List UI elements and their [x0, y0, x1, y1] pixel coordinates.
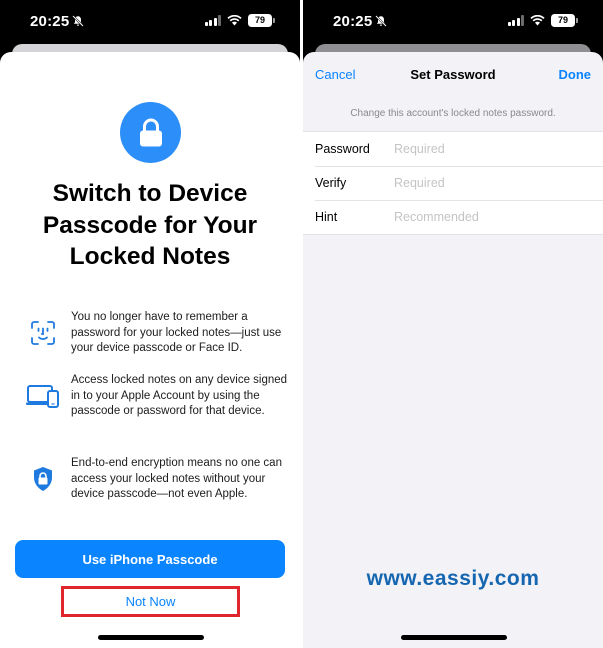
password-row: Password	[303, 132, 603, 166]
hint-row: Hint	[303, 200, 603, 234]
feature-text: You no longer have to remember a passwor…	[71, 311, 282, 354]
right-phone-screen: 20:25 79 Cancel Set Password Done Change	[303, 0, 603, 648]
instruction-text: Change this account's locked notes passw…	[350, 108, 556, 119]
battery-indicator: 79	[248, 14, 275, 27]
status-indicators: 79	[507, 14, 578, 27]
feature-item: End-to-end encryption means no one can a…	[25, 456, 290, 503]
shield-lock-icon	[25, 466, 61, 492]
wifi-icon	[530, 15, 545, 26]
wifi-icon	[227, 15, 242, 26]
status-time: 20:25	[333, 13, 373, 30]
cellular-signal-icon	[507, 15, 524, 26]
home-indicator[interactable]	[98, 635, 204, 640]
cellular-signal-icon	[204, 15, 221, 26]
battery-indicator: 79	[551, 14, 578, 27]
watermark: www.eassiy.com	[366, 567, 540, 590]
cancel-button[interactable]: Cancel	[315, 67, 355, 82]
passcode-sheet: Switch to Device Passcode for Your Locke…	[0, 52, 300, 648]
feature-item: You no longer have to remember a passwor…	[25, 310, 290, 357]
feature-item: Access locked notes on any device signed…	[25, 373, 290, 420]
left-phone-screen: 20:25 79 Switch to Device Passcode for Y…	[0, 0, 300, 648]
use-iphone-passcode-button[interactable]: Use iPhone Passcode	[15, 540, 285, 578]
not-now-button[interactable]: Not Now	[61, 586, 240, 617]
silent-bell-icon	[375, 15, 387, 27]
status-time: 20:25	[30, 13, 70, 30]
home-indicator[interactable]	[401, 635, 507, 640]
set-password-sheet: Cancel Set Password Done Change this acc…	[303, 52, 603, 648]
status-bar: 20:25 79	[303, 0, 603, 42]
devices-icon	[25, 384, 61, 409]
hint-label: Hint	[315, 210, 338, 224]
lock-icon	[120, 102, 181, 163]
password-field[interactable]	[394, 142, 603, 156]
verify-label: Verify	[315, 176, 347, 190]
password-label: Password	[315, 142, 370, 156]
silent-bell-icon	[72, 15, 84, 27]
navigation-bar: Cancel Set Password Done	[303, 52, 603, 96]
password-form: Password Verify Hint	[303, 131, 603, 235]
status-indicators: 79	[204, 14, 275, 27]
hint-field[interactable]	[394, 210, 603, 224]
face-id-icon	[25, 320, 61, 346]
feature-text: Access locked notes on any device signed…	[71, 374, 288, 417]
verify-row: Verify	[303, 166, 603, 200]
status-bar: 20:25 79	[0, 0, 300, 42]
feature-text: End-to-end encryption means no one can a…	[71, 457, 282, 500]
done-button[interactable]: Done	[559, 67, 592, 82]
page-title: Switch to Device Passcode for Your Locke…	[42, 180, 258, 270]
verify-field[interactable]	[394, 176, 603, 190]
